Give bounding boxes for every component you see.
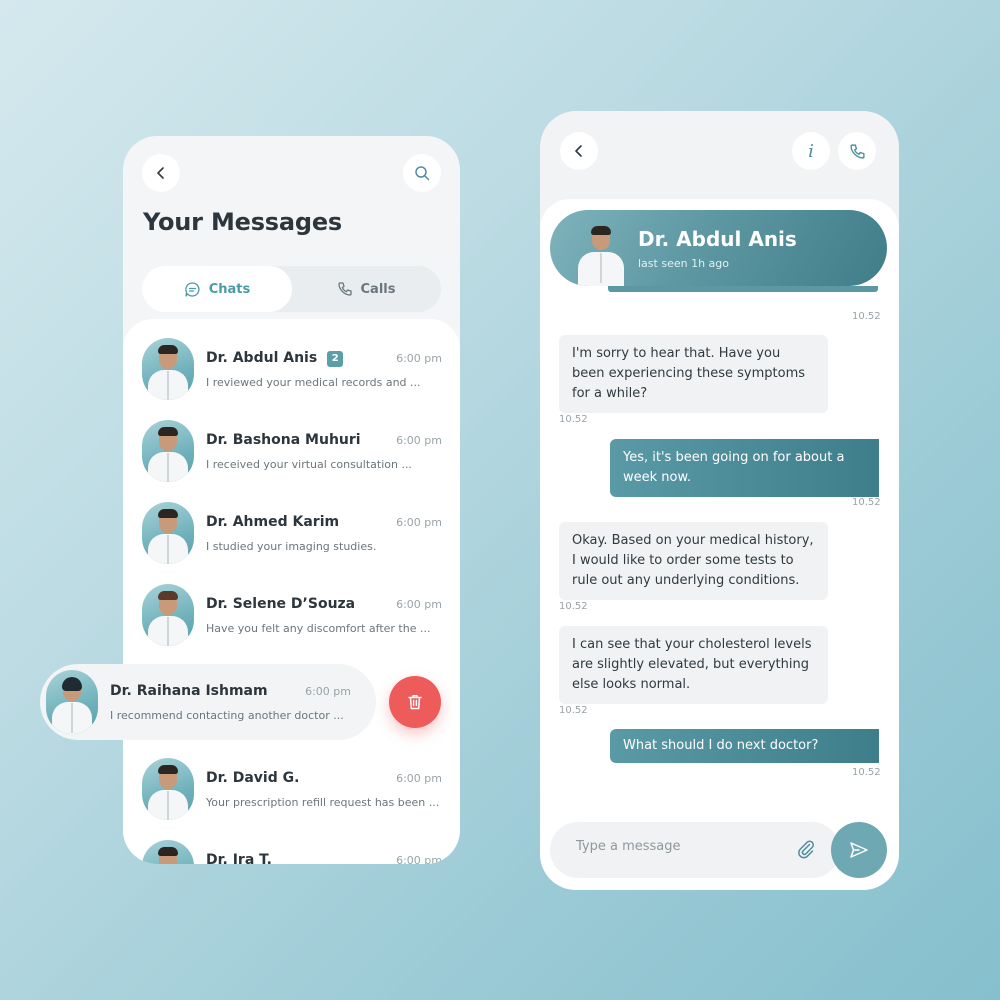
contact-name: Dr. Abdul Anis 2 (206, 350, 344, 367)
message-time: 6:00 pm (396, 352, 442, 365)
tab-bar: Chats Calls (142, 266, 441, 312)
send-icon (850, 842, 868, 858)
message-input[interactable] (576, 839, 776, 854)
avatar (142, 584, 194, 646)
trash-icon (408, 695, 422, 710)
message-timestamp: 10.52 (852, 767, 881, 778)
back-button[interactable] (560, 132, 598, 170)
contact-name: Dr. Bashona Muhuri (206, 432, 361, 448)
avatar (142, 420, 194, 482)
contact-name: Dr. Selene D’Souza (206, 596, 356, 612)
tab-calls-label: Calls (360, 281, 396, 297)
message-preview: I studied your imaging studies. (206, 540, 377, 553)
chat-screen: i Dr. Abdul Anis last seen 1h ago 10.52 … (540, 111, 899, 890)
contact-name: Dr. Raihana Ishmam (110, 683, 268, 699)
messages-screen: Your Messages Chats Calls Dr. Abdul Anis… (123, 136, 460, 864)
previous-message-edge (608, 286, 878, 292)
tab-calls[interactable]: Calls (291, 266, 441, 312)
contact-name: Dr. Ira T. (206, 852, 272, 864)
page-title: Your Messages (143, 208, 343, 236)
message-time: 6:00 pm (396, 434, 442, 447)
message-time: 6:00 pm (396, 516, 442, 529)
avatar (142, 338, 194, 400)
list-item[interactable]: Dr. Ahmed Karim 6:00 pm I studied your i… (142, 502, 442, 566)
incoming-message: I can see that your cholesterol levels a… (559, 626, 828, 704)
message-time: 6:00 pm (396, 772, 442, 785)
message-timestamp: 10.52 (559, 601, 588, 612)
message-preview: I received your virtual consultation ... (206, 458, 412, 471)
last-seen-status: last seen 1h ago (638, 257, 729, 270)
chevron-left-icon (157, 167, 164, 179)
message-timestamp: 10.52 (852, 311, 881, 322)
message-timestamp: 10.52 (559, 414, 588, 425)
paperclip-icon[interactable] (795, 838, 817, 860)
message-time: 6:00 pm (305, 685, 351, 698)
message-preview: Have you felt any discomfort after the .… (206, 622, 431, 635)
avatar (46, 670, 98, 734)
phone-icon (337, 282, 352, 296)
avatar (142, 758, 194, 820)
phone-icon (849, 143, 865, 159)
tab-chats[interactable]: Chats (142, 266, 292, 312)
tab-chats-label: Chats (208, 281, 251, 297)
list-item[interactable]: Dr. Abdul Anis 2 6:00 pm I reviewed your … (142, 338, 442, 402)
incoming-message: I'm sorry to hear that. Have you been ex… (559, 335, 828, 413)
avatar (142, 502, 194, 564)
doctor-header-card[interactable]: Dr. Abdul Anis last seen 1h ago (550, 210, 887, 286)
conversation-list: Dr. Abdul Anis 2 6:00 pm I reviewed your … (123, 319, 460, 864)
incoming-message: Okay. Based on your medical history, I w… (559, 522, 828, 600)
call-button[interactable] (838, 132, 876, 170)
doctor-name: Dr. Abdul Anis (638, 227, 797, 251)
swiped-list-item[interactable]: Dr. Raihana Ishmam 6:00 pm I recommend c… (40, 664, 376, 740)
list-item[interactable]: Dr. Bashona Muhuri 6:00 pm I received yo… (142, 420, 442, 484)
list-item[interactable]: Dr. Ira T. 6:00 pm (142, 840, 442, 864)
message-timestamp: 10.52 (852, 497, 881, 508)
contact-name: Dr. David G. (206, 770, 300, 786)
avatar (142, 840, 194, 864)
delete-button[interactable] (389, 676, 441, 728)
message-preview: Your prescription refill request has bee… (206, 796, 440, 809)
info-icon: i (808, 140, 814, 162)
outgoing-message: Yes, it's been going on for about a week… (610, 439, 879, 497)
list-item[interactable]: Dr. David G. 6:00 pm Your prescription r… (142, 758, 442, 822)
send-button[interactable] (831, 822, 887, 878)
back-button[interactable] (142, 154, 180, 192)
search-icon (415, 166, 430, 181)
info-button[interactable]: i (792, 132, 830, 170)
outgoing-message: What should I do next doctor? (610, 729, 879, 763)
chat-panel: Dr. Abdul Anis last seen 1h ago 10.52 I'… (540, 199, 899, 890)
search-button[interactable] (403, 154, 441, 192)
unread-badge: 2 (327, 351, 344, 367)
list-item[interactable]: Dr. Selene D’Souza 6:00 pm Have you felt… (142, 584, 442, 648)
message-timestamp: 10.52 (559, 705, 588, 716)
message-time: 6:00 pm (396, 598, 442, 611)
contact-name: Dr. Ahmed Karim (206, 514, 340, 530)
message-time: 6:00 pm (396, 854, 442, 864)
message-preview: I recommend contacting another doctor ..… (110, 709, 344, 722)
avatar (572, 212, 630, 286)
chat-bubble-icon (184, 281, 200, 297)
chevron-left-icon (575, 145, 582, 157)
message-preview: I reviewed your medical records and ... (206, 376, 421, 389)
message-composer (550, 822, 840, 878)
